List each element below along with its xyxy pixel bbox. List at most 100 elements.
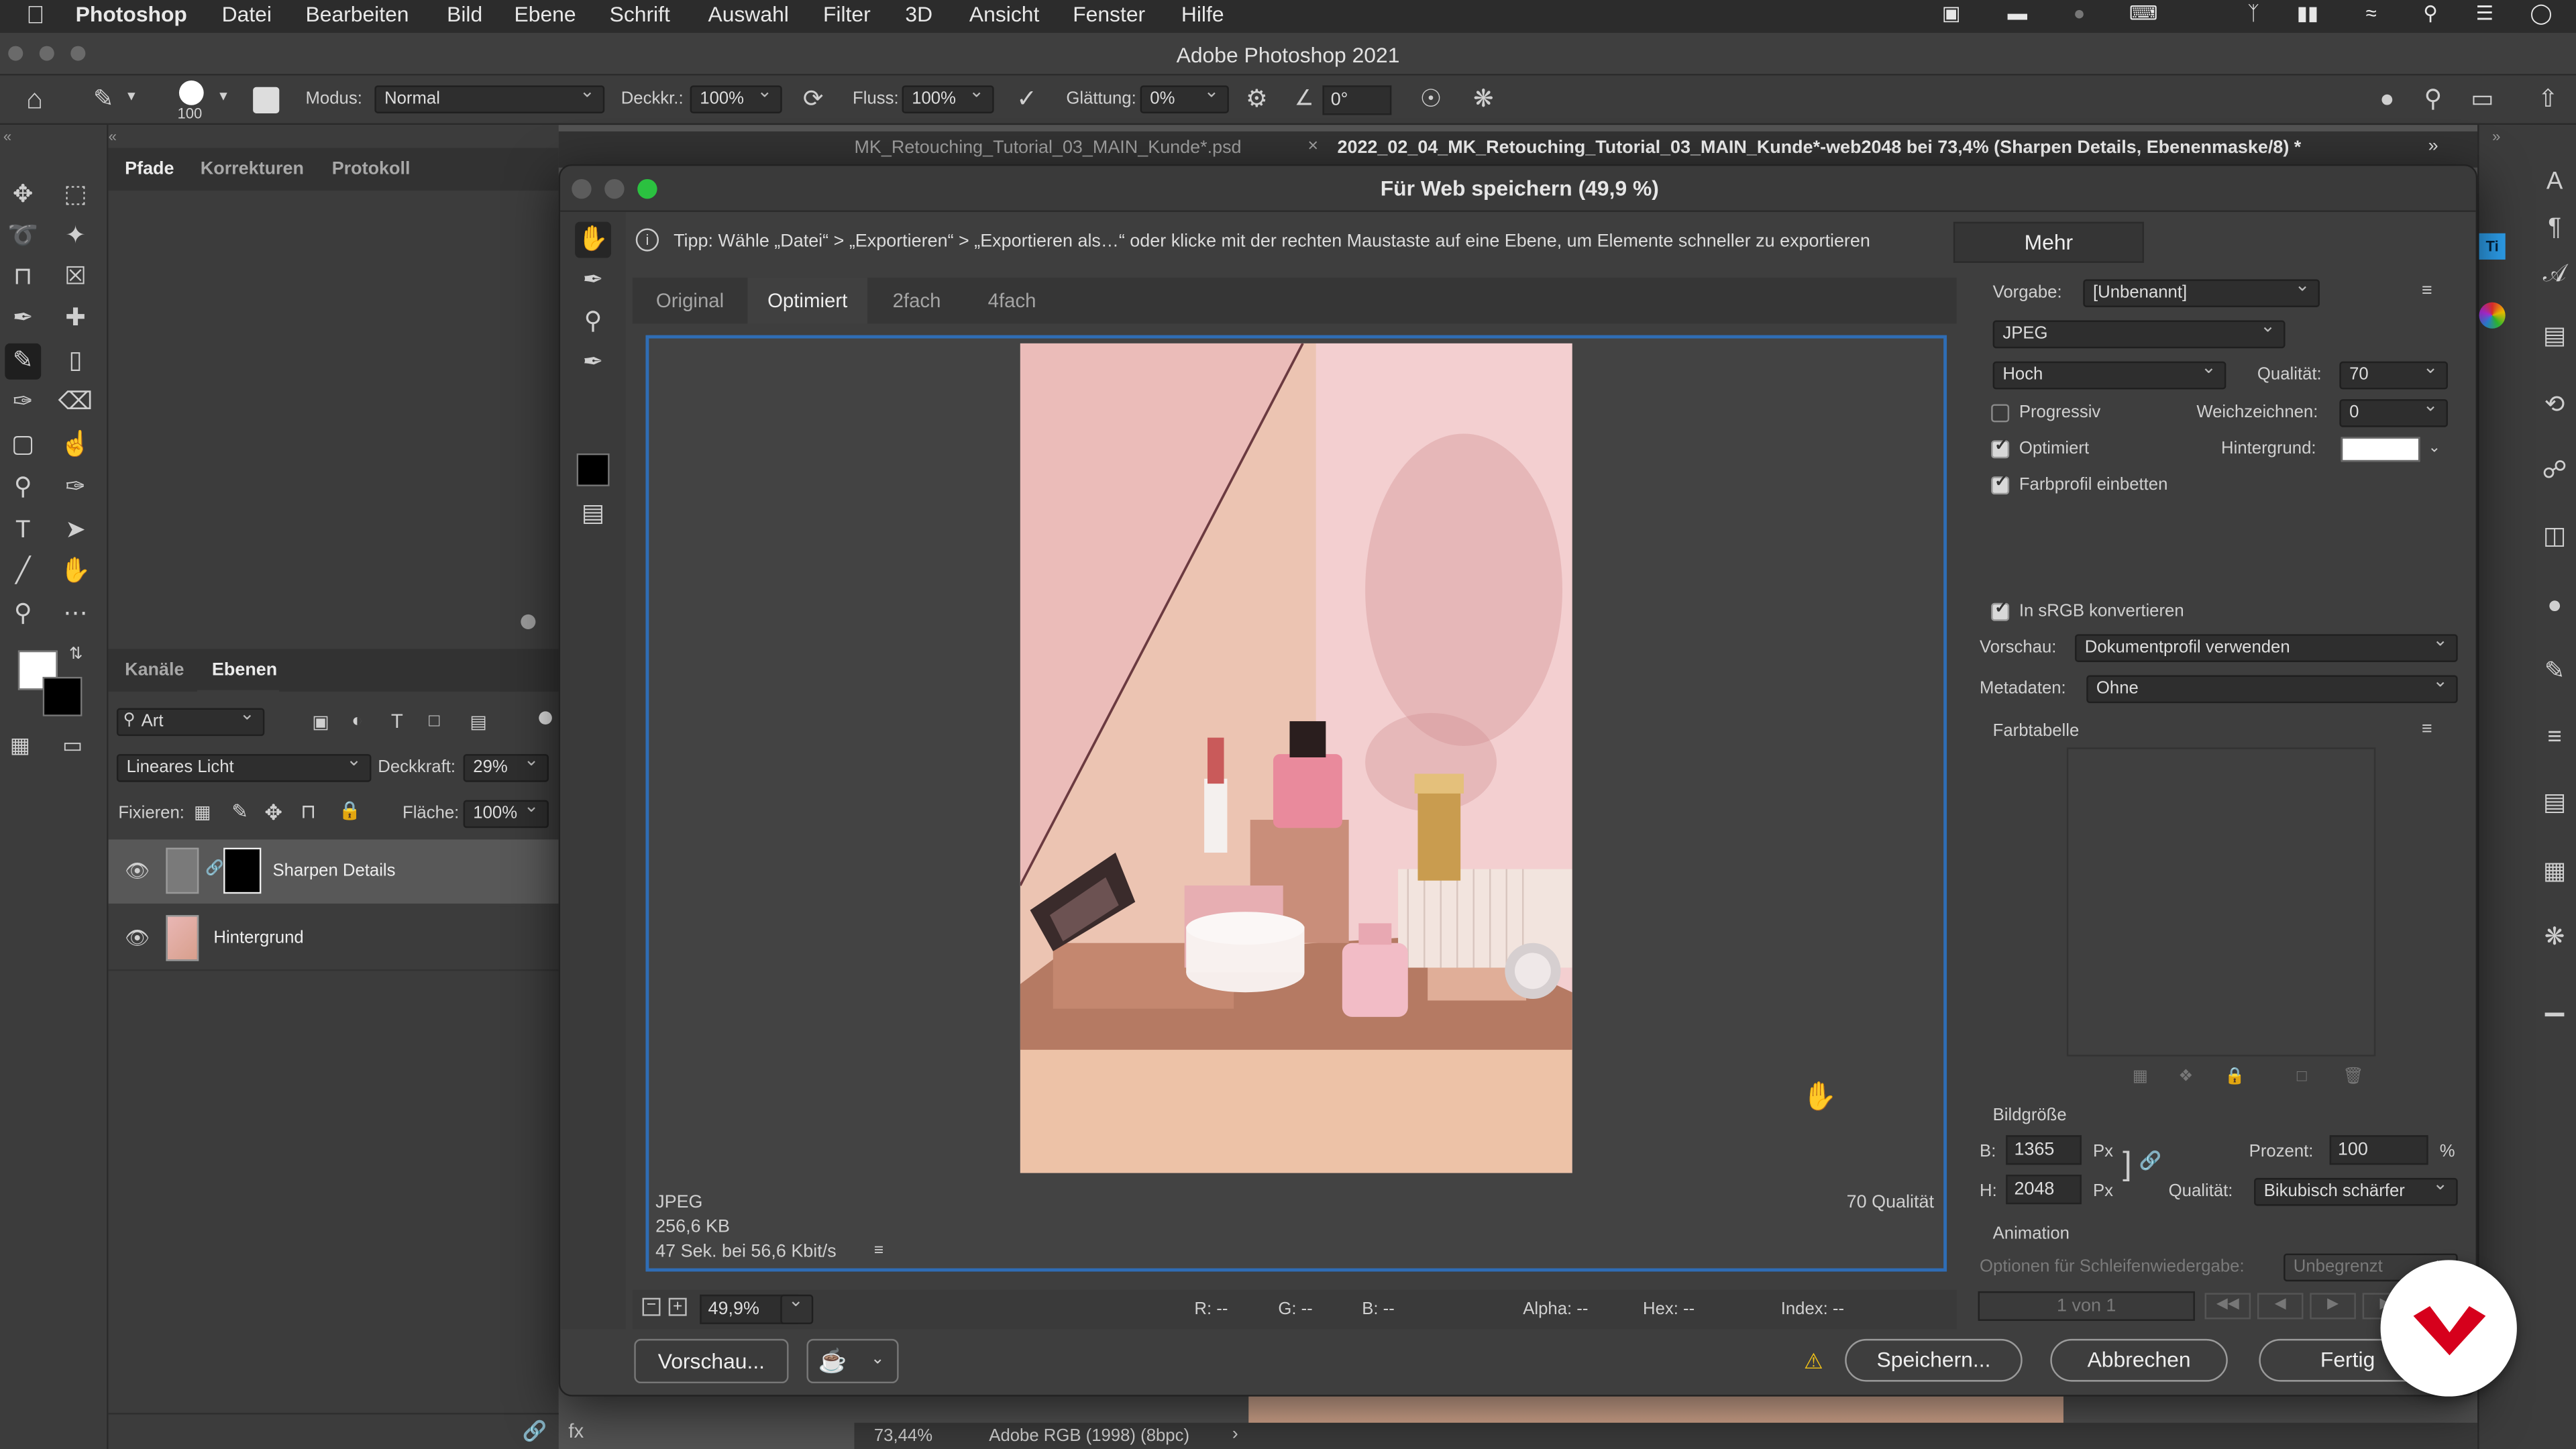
eyedropper-tool-icon[interactable]: ✒ [575, 345, 611, 381]
tab-2fach[interactable]: 2fach [867, 278, 966, 324]
save-button[interactable]: Speichern... [1845, 1338, 2023, 1382]
metadata-select[interactable]: Ohne [2086, 670, 2458, 704]
stamp-tool-icon[interactable]: ▯ [58, 343, 94, 380]
menu-fenster[interactable]: Fenster [1073, 1, 1145, 26]
quality-input[interactable]: 70 [2339, 356, 2449, 390]
panel-scroll-handle[interactable] [521, 614, 536, 629]
eyedropper-tool-icon[interactable]: ✒ [5, 301, 41, 337]
menu-ansicht[interactable]: Ansicht [969, 1, 1039, 26]
filter-pixel-icon[interactable]: ▣ [312, 711, 329, 733]
workspace-icon[interactable]: ▭ [2464, 82, 2500, 118]
settings-menu-icon[interactable]: ≡ [2422, 281, 2432, 301]
menu-bearbeiten[interactable]: Bearbeiten [306, 1, 409, 26]
browser-preview-button[interactable]: ☕ ⌄ [806, 1338, 899, 1384]
doc-tab-2[interactable]: 2022_02_04_MK_Retouching_Tutorial_03_MAI… [1337, 138, 2301, 158]
brush-picker-chevron-icon[interactable]: ▼ [217, 89, 229, 103]
eyedropper-color-swatch[interactable] [576, 453, 610, 486]
brush-preset-icon[interactable]: ✎ [85, 82, 121, 118]
filter-adjustment-icon[interactable]: ◐ [352, 711, 362, 731]
progressive-checkbox[interactable] [1991, 404, 2010, 423]
line-tool-icon[interactable]: ╱ [5, 553, 41, 590]
constrain-link-icon[interactable]: 🔗 [2139, 1150, 2162, 1171]
tab-kanaele[interactable]: Kanäle [125, 660, 184, 680]
slice-select-tool-icon[interactable]: ✒ [575, 263, 611, 299]
tab-optimiert[interactable]: Optimiert [747, 277, 868, 324]
brush-settings-icon[interactable] [253, 87, 280, 113]
lock-transparent-icon[interactable]: ▦ [194, 802, 211, 823]
layer-name[interactable]: Sharpen Details [273, 861, 396, 880]
history-icon[interactable]: ⟲ [2536, 388, 2573, 424]
path-selection-tool-icon[interactable]: ➤ [58, 513, 94, 549]
lock-artboard-icon[interactable]: ⊓ [301, 800, 316, 823]
character-icon[interactable]: A [2536, 164, 2573, 201]
cancel-button[interactable]: Abbrechen [2050, 1338, 2228, 1382]
optimized-preview-pane[interactable]: JPEG 256,6 KB 47 Sek. bei 56,6 Kbit/s ≡ … [645, 335, 1947, 1272]
chevron-down-icon[interactable]: ▼ [125, 89, 138, 103]
wifi-icon[interactable]: ≈ [2366, 1, 2377, 24]
color-icon[interactable]: ● [2536, 588, 2573, 625]
visibility-eye-icon[interactable]: 👁 [125, 859, 150, 882]
first-frame-icon[interactable]: ◀◀ [2204, 1293, 2251, 1320]
menu-datei[interactable]: Datei [222, 1, 272, 26]
more-button[interactable]: Mehr [1953, 221, 2144, 263]
magic-wand-tool-icon[interactable]: ✦ [58, 219, 94, 255]
status-zoom[interactable]: 73,44% [874, 1426, 932, 1446]
dodge-tool-icon[interactable]: ⚲ [5, 470, 41, 506]
resample-select[interactable]: Bikubisch schärfer [2254, 1173, 2458, 1206]
brush-tip-icon[interactable] [178, 80, 204, 105]
layer-row[interactable]: 👁 Hintergrund [108, 906, 559, 971]
filter-shape-icon[interactable]: □ [429, 711, 439, 731]
table-icon[interactable]: ▦ [2536, 854, 2573, 890]
background-color-swatch[interactable] [42, 676, 83, 716]
zoom-in-icon[interactable]: + [668, 1297, 687, 1316]
filter-type-icon[interactable]: T [391, 710, 403, 733]
eraser-tool-icon[interactable]: ⌫ [58, 384, 94, 421]
preview-profile-select[interactable]: Dokumentprofil verwenden [2075, 629, 2458, 662]
embed-profile-checkbox[interactable] [1991, 473, 2010, 495]
hand-tool-icon[interactable]: ✋ [58, 553, 94, 590]
opacity-select[interactable]: 100% [690, 80, 782, 113]
control-center-icon[interactable]: ☰ [2476, 1, 2493, 24]
zoom-tool-icon[interactable]: ⚲ [575, 304, 611, 340]
optimized-checkbox[interactable] [1991, 437, 2010, 459]
zoom-out-icon[interactable]: − [642, 1297, 661, 1316]
moon-icon[interactable]: ● [2074, 1, 2086, 24]
move-tool-icon[interactable]: ✥ [5, 177, 41, 213]
gear-icon[interactable]: ⚙ [1239, 82, 1275, 118]
matte-color-swatch[interactable] [2341, 437, 2420, 462]
mask-link-icon[interactable]: 🔗 [205, 859, 223, 877]
fill-select[interactable]: 100% [463, 795, 549, 828]
height-input[interactable]: 2048 [2006, 1175, 2082, 1205]
menu-schrift[interactable]: Schrift [610, 1, 670, 26]
preset-select[interactable]: [Unbenannt] [2083, 274, 2320, 307]
status-menu-icon[interactable]: › [1232, 1424, 1238, 1444]
preview-button[interactable]: Vorschau... [634, 1338, 789, 1384]
search-icon[interactable]: ⚲ [2415, 82, 2451, 118]
user-icon[interactable]: ● [2369, 82, 2405, 118]
layer-row[interactable]: 👁 🔗 Sharpen Details [108, 839, 559, 904]
brushes-icon[interactable]: ✎ [2536, 654, 2573, 690]
lock-image-icon[interactable]: ✎ [231, 800, 248, 823]
collapse-arrows-icon[interactable]: « [3, 128, 11, 144]
healing-brush-tool-icon[interactable]: ✚ [58, 301, 94, 337]
home-icon[interactable]: ⌂ [16, 82, 52, 118]
menu-3d[interactable]: 3D [905, 1, 932, 26]
pressure-opacity-icon[interactable]: ⟳ [795, 82, 831, 118]
libraries-icon[interactable]: ☍ [2536, 453, 2573, 490]
siri-icon[interactable]: ◯ [2530, 1, 2552, 24]
color-table-menu-icon[interactable]: ≡ [2422, 720, 2432, 739]
layer-mask-thumbnail[interactable] [223, 847, 262, 894]
dialog-zoom-button[interactable] [637, 178, 657, 199]
tabs-overflow-icon[interactable]: » [2428, 136, 2438, 156]
menu-filter[interactable]: Filter [823, 1, 871, 26]
screen-mirror-icon[interactable]: ▣ [1942, 1, 1961, 24]
menu-bild[interactable]: Bild [447, 1, 482, 26]
fx-icon[interactable]: fx [568, 1419, 584, 1442]
battery-icon[interactable]: ▮▮ [2297, 1, 2318, 24]
lock-position-icon[interactable]: ✥ [264, 800, 282, 826]
dialog-close-button[interactable] [572, 178, 592, 199]
tab-4fach[interactable]: 4fach [966, 278, 1058, 324]
swap-colors-icon[interactable]: ⇅ [69, 645, 83, 663]
dock-collapse-icon[interactable]: » [2492, 128, 2500, 144]
layer-opacity-select[interactable]: 29% [463, 749, 549, 782]
